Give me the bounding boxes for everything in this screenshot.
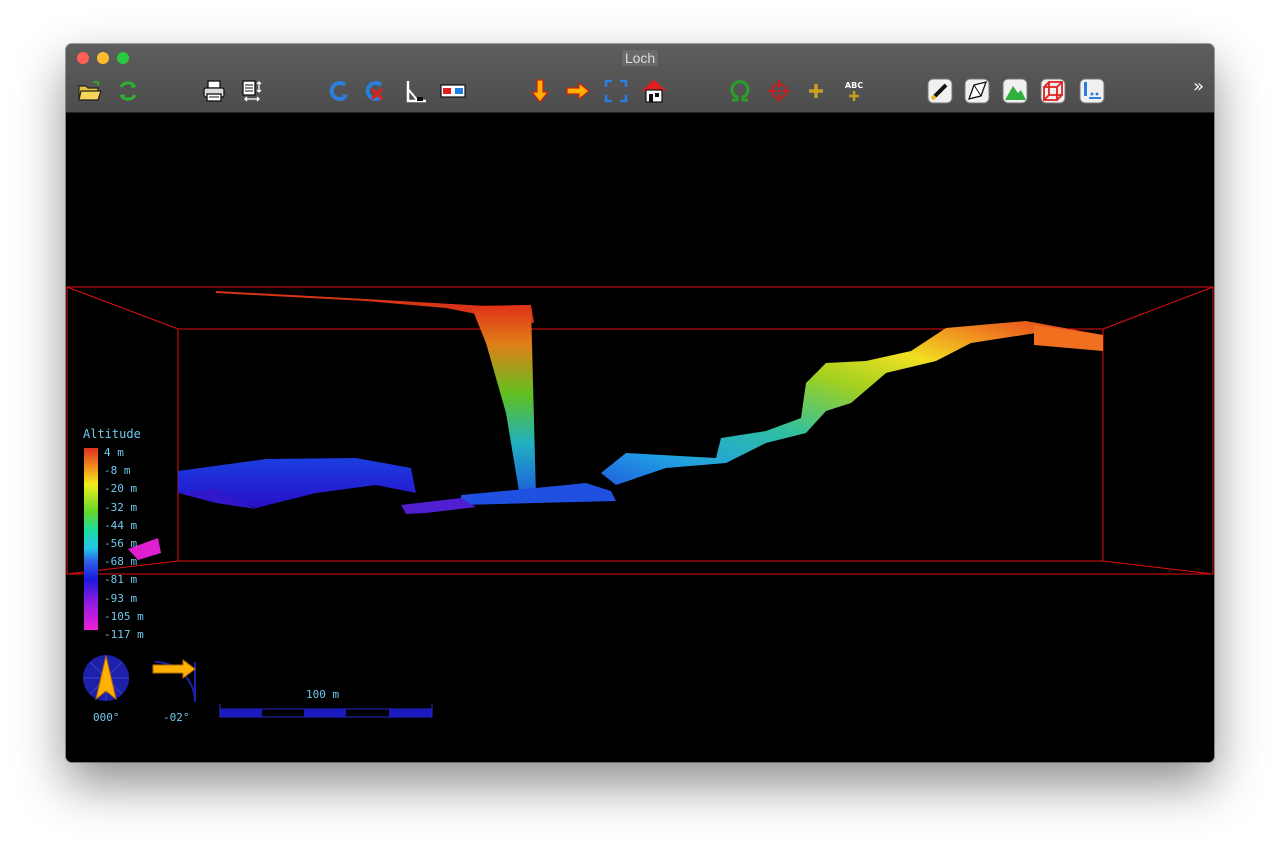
print-button[interactable] [200, 77, 228, 105]
legend-label: -20 m [104, 482, 138, 496]
reload-button[interactable] [114, 77, 142, 105]
bounding-box-icon [1040, 78, 1066, 104]
zoom-extents-icon [604, 79, 628, 103]
legend-label: -56 m [104, 536, 138, 550]
indicators-icon [1079, 78, 1105, 104]
plan-view-icon [530, 79, 550, 103]
render-setup-button[interactable] [239, 77, 267, 105]
plus-icon [809, 84, 823, 98]
add-button[interactable] [802, 77, 830, 105]
print-icon [203, 80, 225, 102]
legend-labels: 4 m -8 m -20 m -32 m -44 m -56 m -68 m -… [104, 444, 144, 644]
scale-bar [219, 704, 433, 718]
omega-icon [730, 80, 750, 102]
toolbar: ABC » [66, 74, 1214, 108]
legend-label: -68 m [104, 555, 138, 569]
stereo-glasses-icon [440, 84, 466, 98]
legend-label: -81 m [104, 573, 138, 587]
open-folder-icon [78, 81, 102, 101]
tilt-indicator-icon[interactable] [151, 658, 199, 706]
stereo-button[interactable] [439, 77, 467, 105]
label-plus-icon: ABC [845, 81, 863, 101]
cave-model-scene [66, 286, 1214, 575]
render-setup-icon [242, 80, 262, 102]
omega-button[interactable] [726, 77, 754, 105]
legend-label: 4 m [104, 446, 124, 459]
rotate-icon [329, 81, 348, 101]
legend-label: -8 m [104, 464, 131, 478]
legend-label: -44 m [104, 518, 138, 532]
surface-button[interactable] [1001, 77, 1029, 105]
elevation-view-button[interactable] [564, 77, 592, 105]
cancel-rotate-icon [365, 81, 384, 101]
elevation-view-icon [566, 81, 590, 101]
scale-label: 100 m [306, 688, 340, 701]
rotate-button[interactable] [326, 77, 354, 105]
home-view-icon [642, 79, 666, 103]
centreline-button[interactable] [926, 77, 954, 105]
legend-label: -93 m [104, 591, 138, 605]
label-button[interactable]: ABC [840, 77, 868, 105]
home-view-button[interactable] [640, 77, 668, 105]
tilt-angle: -02° [163, 711, 190, 724]
compass-heading: 000° [93, 711, 120, 724]
target-button[interactable] [765, 77, 793, 105]
legend-label: -117 m [104, 627, 144, 641]
open-button[interactable] [76, 77, 104, 105]
cave-survey-model [128, 291, 1103, 560]
3d-viewport[interactable]: Altitude 4 m -8 m -20 m -32 m -44 m -56 … [66, 113, 1214, 762]
target-icon [768, 80, 790, 102]
title-bar: Loch ABC » [66, 44, 1214, 113]
walls-button[interactable] [963, 77, 991, 105]
svg-text:ABC: ABC [845, 81, 863, 90]
walls-icon [964, 78, 990, 104]
measure-angle-button[interactable] [402, 77, 430, 105]
legend-label: -32 m [104, 500, 138, 514]
altitude-color-scale [84, 448, 98, 630]
compass-icon[interactable] [81, 653, 131, 703]
measure-angle-icon [406, 81, 426, 103]
legend-title: Altitude [83, 427, 141, 441]
loch-window: Loch ABC » Altitude 4 m -8 m -20 m -32 m… [66, 44, 1214, 762]
cancel-rotate-button[interactable] [362, 77, 390, 105]
indicators-button[interactable] [1078, 77, 1106, 105]
zoom-extents-button[interactable] [602, 77, 630, 105]
window-title: Loch [66, 50, 1214, 66]
surface-icon [1002, 78, 1028, 104]
toolbar-overflow-button[interactable]: » [1193, 76, 1204, 97]
centreline-icon [927, 78, 953, 104]
bounding-box-button[interactable] [1039, 77, 1067, 105]
reload-icon [119, 81, 137, 101]
legend-label: -105 m [104, 609, 144, 623]
plan-view-button[interactable] [526, 77, 554, 105]
